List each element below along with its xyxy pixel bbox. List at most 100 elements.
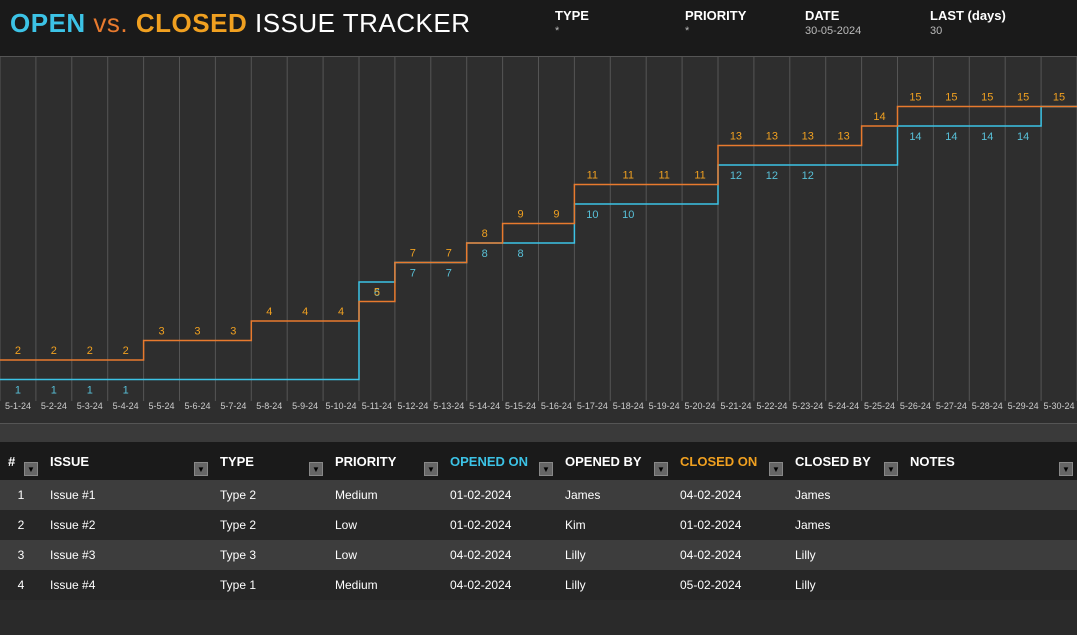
filter-type-label: TYPE	[555, 8, 665, 23]
col-closed-by-label: CLOSED BY	[795, 454, 871, 469]
cell-type: Type 3	[212, 548, 327, 562]
svg-text:5-14-24: 5-14-24	[469, 401, 500, 411]
col-type-label: TYPE	[220, 454, 254, 469]
svg-text:5-30-24: 5-30-24	[1044, 401, 1075, 411]
svg-text:3: 3	[194, 326, 200, 338]
filter-dropdown-icon[interactable]: ▼	[24, 462, 38, 476]
svg-text:14: 14	[1017, 131, 1029, 143]
cell-closed-by: James	[787, 518, 902, 532]
filter-last-days[interactable]: LAST (days) 30	[930, 8, 1030, 37]
svg-text:5-11-24: 5-11-24	[362, 401, 392, 411]
cell-closed-on: 05-02-2024	[672, 578, 787, 592]
svg-text:5-5-24: 5-5-24	[149, 401, 175, 411]
svg-text:5-2-24: 5-2-24	[41, 401, 67, 411]
svg-text:9: 9	[553, 209, 559, 221]
svg-text:5-16-24: 5-16-24	[541, 401, 572, 411]
svg-text:4: 4	[338, 306, 344, 318]
table-row[interactable]: 4Issue #4Type 1Medium04-02-2024Lilly05-0…	[0, 570, 1077, 600]
cell-number: 3	[0, 548, 42, 562]
filter-dropdown-icon[interactable]: ▼	[424, 462, 438, 476]
table-row[interactable]: 2Issue #2Type 2Low01-02-2024Kim01-02-202…	[0, 510, 1077, 540]
cell-opened-on: 01-02-2024	[442, 518, 557, 532]
svg-text:1: 1	[123, 385, 129, 397]
filter-date-label: DATE	[805, 8, 910, 23]
svg-text:5-27-24: 5-27-24	[936, 401, 967, 411]
svg-text:5-15-24: 5-15-24	[505, 401, 536, 411]
svg-text:5-24-24: 5-24-24	[828, 401, 859, 411]
svg-text:5-3-24: 5-3-24	[77, 401, 103, 411]
filter-type-value: *	[555, 25, 665, 37]
header-bar: OPEN vs. CLOSED ISSUE TRACKER TYPE * PRI…	[0, 0, 1077, 56]
svg-text:14: 14	[873, 111, 885, 123]
svg-text:1: 1	[51, 385, 57, 397]
svg-text:5-18-24: 5-18-24	[613, 401, 644, 411]
cell-closed-on: 04-02-2024	[672, 548, 787, 562]
filter-type[interactable]: TYPE *	[555, 8, 665, 37]
col-priority[interactable]: PRIORITY ▼	[327, 442, 442, 480]
col-opened-by[interactable]: OPENED BY▼	[557, 442, 672, 480]
svg-text:5-17-24: 5-17-24	[577, 401, 608, 411]
svg-text:10: 10	[586, 209, 598, 221]
filter-date-value: 30-05-2024	[805, 25, 910, 37]
cell-closed-by: James	[787, 488, 902, 502]
col-type[interactable]: TYPE ▼	[212, 442, 327, 480]
col-closed-by[interactable]: CLOSED BY ▼	[787, 442, 902, 480]
svg-text:7: 7	[446, 248, 452, 260]
svg-text:5-1-24: 5-1-24	[5, 401, 31, 411]
table-row[interactable]: 3Issue #3Type 3Low04-02-2024Lilly04-02-2…	[0, 540, 1077, 570]
table-row[interactable]: 1Issue #1Type 2Medium01-02-2024James04-0…	[0, 480, 1077, 510]
col-issue[interactable]: ISSUE ▼	[42, 442, 212, 480]
chart-area: 5-1-245-2-245-3-245-4-245-5-245-6-245-7-…	[0, 56, 1077, 424]
svg-text:2: 2	[15, 345, 21, 357]
filter-priority[interactable]: PRIORITY *	[685, 8, 785, 37]
cell-opened-by: James	[557, 488, 672, 502]
svg-text:15: 15	[909, 92, 921, 104]
svg-text:12: 12	[766, 170, 778, 182]
cell-opened-by: Kim	[557, 518, 672, 532]
svg-text:5: 5	[374, 287, 380, 299]
svg-text:7: 7	[446, 268, 452, 280]
col-issue-label: ISSUE	[50, 454, 89, 469]
svg-text:13: 13	[730, 131, 742, 143]
filter-dropdown-icon[interactable]: ▼	[194, 462, 208, 476]
svg-text:13: 13	[766, 131, 778, 143]
svg-text:5-19-24: 5-19-24	[649, 401, 680, 411]
cell-issue: Issue #4	[42, 578, 212, 592]
filter-dropdown-icon[interactable]: ▼	[654, 462, 668, 476]
filter-priority-value: *	[685, 25, 785, 37]
cell-closed-by: Lilly	[787, 578, 902, 592]
svg-text:5-21-24: 5-21-24	[720, 401, 751, 411]
svg-text:5-8-24: 5-8-24	[256, 401, 282, 411]
svg-text:14: 14	[981, 131, 993, 143]
cell-number: 2	[0, 518, 42, 532]
svg-text:15: 15	[1017, 92, 1029, 104]
filter-dropdown-icon[interactable]: ▼	[884, 462, 898, 476]
filter-last-value: 30	[930, 25, 1030, 37]
filter-dropdown-icon[interactable]: ▼	[1059, 462, 1073, 476]
chart-svg: 5-1-245-2-245-3-245-4-245-5-245-6-245-7-…	[0, 57, 1077, 425]
svg-text:3: 3	[158, 326, 164, 338]
filter-date[interactable]: DATE 30-05-2024	[805, 8, 910, 37]
filter-dropdown-icon[interactable]: ▼	[309, 462, 323, 476]
cell-opened-by: Lilly	[557, 578, 672, 592]
svg-text:11: 11	[623, 170, 634, 182]
svg-text:12: 12	[730, 170, 742, 182]
svg-text:4: 4	[266, 306, 272, 318]
col-closed-on[interactable]: CLOSED ON▼	[672, 442, 787, 480]
cell-type: Type 1	[212, 578, 327, 592]
col-opened-on-label: OPENED ON	[450, 454, 528, 469]
title-closed: CLOSED	[136, 8, 247, 38]
col-number[interactable]: #▼	[0, 442, 42, 480]
svg-text:11: 11	[694, 170, 705, 182]
svg-text:1: 1	[15, 385, 21, 397]
col-priority-label: PRIORITY	[335, 454, 396, 469]
filter-bar: TYPE * PRIORITY * DATE 30-05-2024 LAST (…	[555, 8, 1050, 37]
svg-text:5-22-24: 5-22-24	[756, 401, 787, 411]
cell-closed-by: Lilly	[787, 548, 902, 562]
col-notes[interactable]: NOTES▼	[902, 442, 1077, 480]
svg-text:4: 4	[302, 306, 308, 318]
filter-dropdown-icon[interactable]: ▼	[539, 462, 553, 476]
filter-dropdown-icon[interactable]: ▼	[769, 462, 783, 476]
svg-text:7: 7	[410, 248, 416, 260]
col-opened-on[interactable]: OPENED ON ▼	[442, 442, 557, 480]
